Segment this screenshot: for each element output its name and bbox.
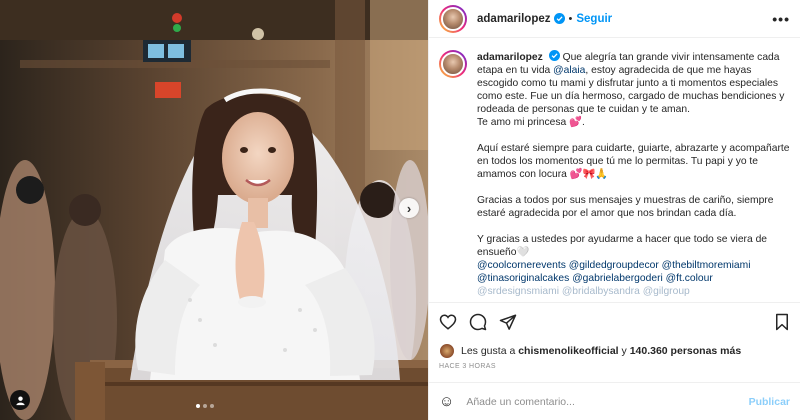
heart-icon [439, 313, 457, 330]
mention-tag[interactable]: @ft.colour [666, 273, 713, 284]
caption-tags: @coolcornerevents @gildedgroupdecor @the… [477, 259, 790, 298]
carousel-dot [210, 404, 214, 408]
share-button[interactable] [499, 313, 517, 331]
post-header: adamarilopez • Seguir ••• [429, 0, 800, 38]
mention-alaia[interactable]: @alaia [553, 65, 585, 76]
caption-username[interactable]: adamarilopez [477, 52, 543, 63]
save-button[interactable] [774, 313, 790, 331]
header-separator: • [568, 12, 573, 25]
comment-button[interactable] [469, 313, 487, 331]
caption-text: adamarilopez Que alegría tan grande vivi… [477, 50, 790, 298]
caption-area: adamarilopez Que alegría tan grande vivi… [429, 38, 800, 300]
mention-tag[interactable]: @tinasoriginalcakes [477, 273, 569, 284]
liker-avatar[interactable] [439, 343, 455, 359]
mention-tag-cutoff[interactable]: @srdesignsmiami @bridalbysandra @gilgrou… [477, 286, 690, 297]
likes-count[interactable]: 140.360 personas más [630, 345, 742, 357]
liker-username[interactable]: chismenolikeofficial [518, 345, 618, 357]
chevron-right-icon: › [406, 200, 412, 216]
caption-avatar[interactable] [439, 50, 467, 78]
likes-prefix: Les gusta a [461, 345, 516, 357]
likes-middle: y [621, 345, 627, 357]
mention-tag[interactable]: @coolcornerevents [477, 260, 566, 271]
communion-photo [0, 0, 428, 420]
mention-tag[interactable]: @gildedgroupdecor [569, 260, 659, 271]
caption-paragraph-1c: Te amo mi princesa 💕. [477, 117, 585, 128]
like-button[interactable] [439, 313, 457, 331]
verified-badge-icon [553, 13, 565, 24]
comment-icon [469, 313, 487, 330]
mention-tag[interactable]: @gabrielabergoderi [572, 273, 663, 284]
post-photo[interactable]: › [0, 0, 428, 420]
post-timestamp[interactable]: HACE 3 HORAS [439, 363, 496, 370]
bookmark-icon [776, 313, 788, 330]
emoji-icon[interactable]: ☺ [439, 393, 454, 410]
author-username[interactable]: adamarilopez [477, 13, 551, 25]
mention-tag[interactable]: @thebiltmoremiami [662, 260, 751, 271]
follow-button[interactable]: Seguir [576, 13, 612, 25]
caption-paragraph-2: Aquí estaré siempre para cuidarte, guiar… [477, 143, 790, 180]
carousel-dot [196, 404, 200, 408]
likes-summary: Les gusta a chismenolikeofficial y 140.3… [439, 343, 741, 359]
user-tag-icon [15, 395, 25, 405]
carousel-dots [196, 404, 214, 408]
caption-paragraph-3: Gracias a todos por sus mensajes y muest… [477, 195, 774, 219]
share-icon [499, 314, 517, 330]
action-bar [429, 302, 800, 340]
carousel-dot [203, 404, 207, 408]
more-options-icon[interactable]: ••• [772, 11, 790, 27]
author-avatar[interactable] [439, 4, 467, 33]
comment-input[interactable] [466, 395, 749, 408]
comment-bar: ☺ Publicar [429, 382, 800, 420]
caption-row: adamarilopez Que alegría tan grande vivi… [439, 50, 790, 298]
user-tag-button[interactable] [10, 390, 30, 410]
post-sidebar: adamarilopez • Seguir ••• adamarilopez Q… [428, 0, 800, 420]
caption-paragraph-4: Y gracias a ustedes por ayudarme a hacer… [477, 234, 768, 258]
publish-button[interactable]: Publicar [749, 396, 790, 408]
carousel-next-button[interactable]: › [399, 198, 419, 218]
verified-badge-icon [548, 50, 560, 61]
